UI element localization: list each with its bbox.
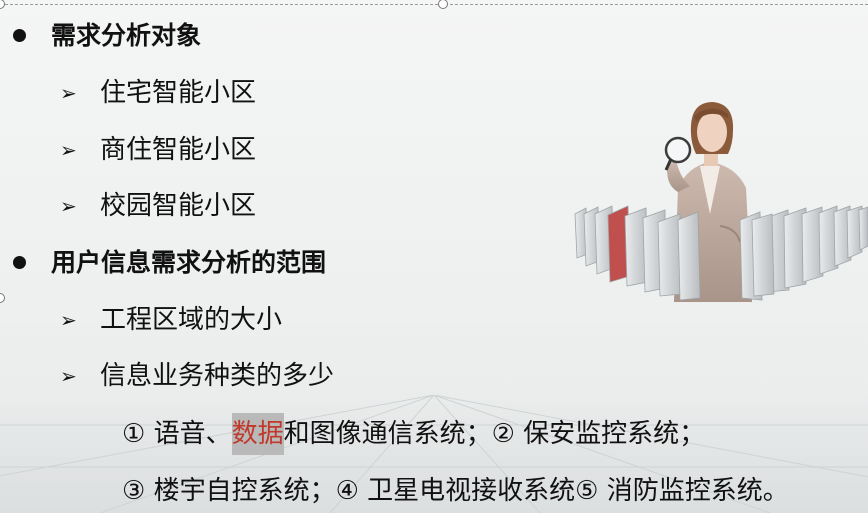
arrow-bullet-icon: ➢ <box>60 81 77 105</box>
folders-right <box>765 205 868 293</box>
detail-line-text: ① 语音、数据和图像通信系统；② 保安监控系统； <box>122 413 706 455</box>
arrow-bullet-icon: ➢ <box>60 308 77 332</box>
list-item-text: 校园智能小区 <box>100 191 257 221</box>
slide-top-border <box>0 4 868 5</box>
list-item-text: 需求分析对象 <box>51 21 202 50</box>
resize-handle-left-middle[interactable] <box>0 293 5 303</box>
bullet-dot-icon <box>13 256 26 269</box>
woman-with-magnifying-glass-illustration <box>574 102 868 302</box>
arrow-bullet-icon: ➢ <box>60 364 77 388</box>
list-item-text: 商住智能小区 <box>100 135 257 165</box>
bullet-dot-icon <box>13 29 26 42</box>
detail-text-before: ① 语音、 <box>122 419 232 449</box>
arrow-bullet-icon: ➢ <box>60 194 77 218</box>
list-item-text: 用户信息需求分析的范围 <box>51 248 327 277</box>
list-item-text: 信息业务种类的多少 <box>100 361 335 391</box>
resize-handle-top-center[interactable] <box>438 0 448 9</box>
highlighted-word: 数据 <box>231 413 284 455</box>
list-item-text: 住宅智能小区 <box>100 78 257 108</box>
detail-text-after: 和图像通信系统；② 保安监控系统； <box>283 419 706 449</box>
detail-line-text: ③ 楼宇自控系统；④ 卫星电视接收系统⑤ 消防监控系统。 <box>122 476 789 506</box>
resize-handle-top-left[interactable] <box>0 0 5 9</box>
folders-left <box>574 205 667 293</box>
list-item-text: 工程区域的大小 <box>100 305 283 335</box>
arrow-bullet-icon: ➢ <box>60 138 77 162</box>
